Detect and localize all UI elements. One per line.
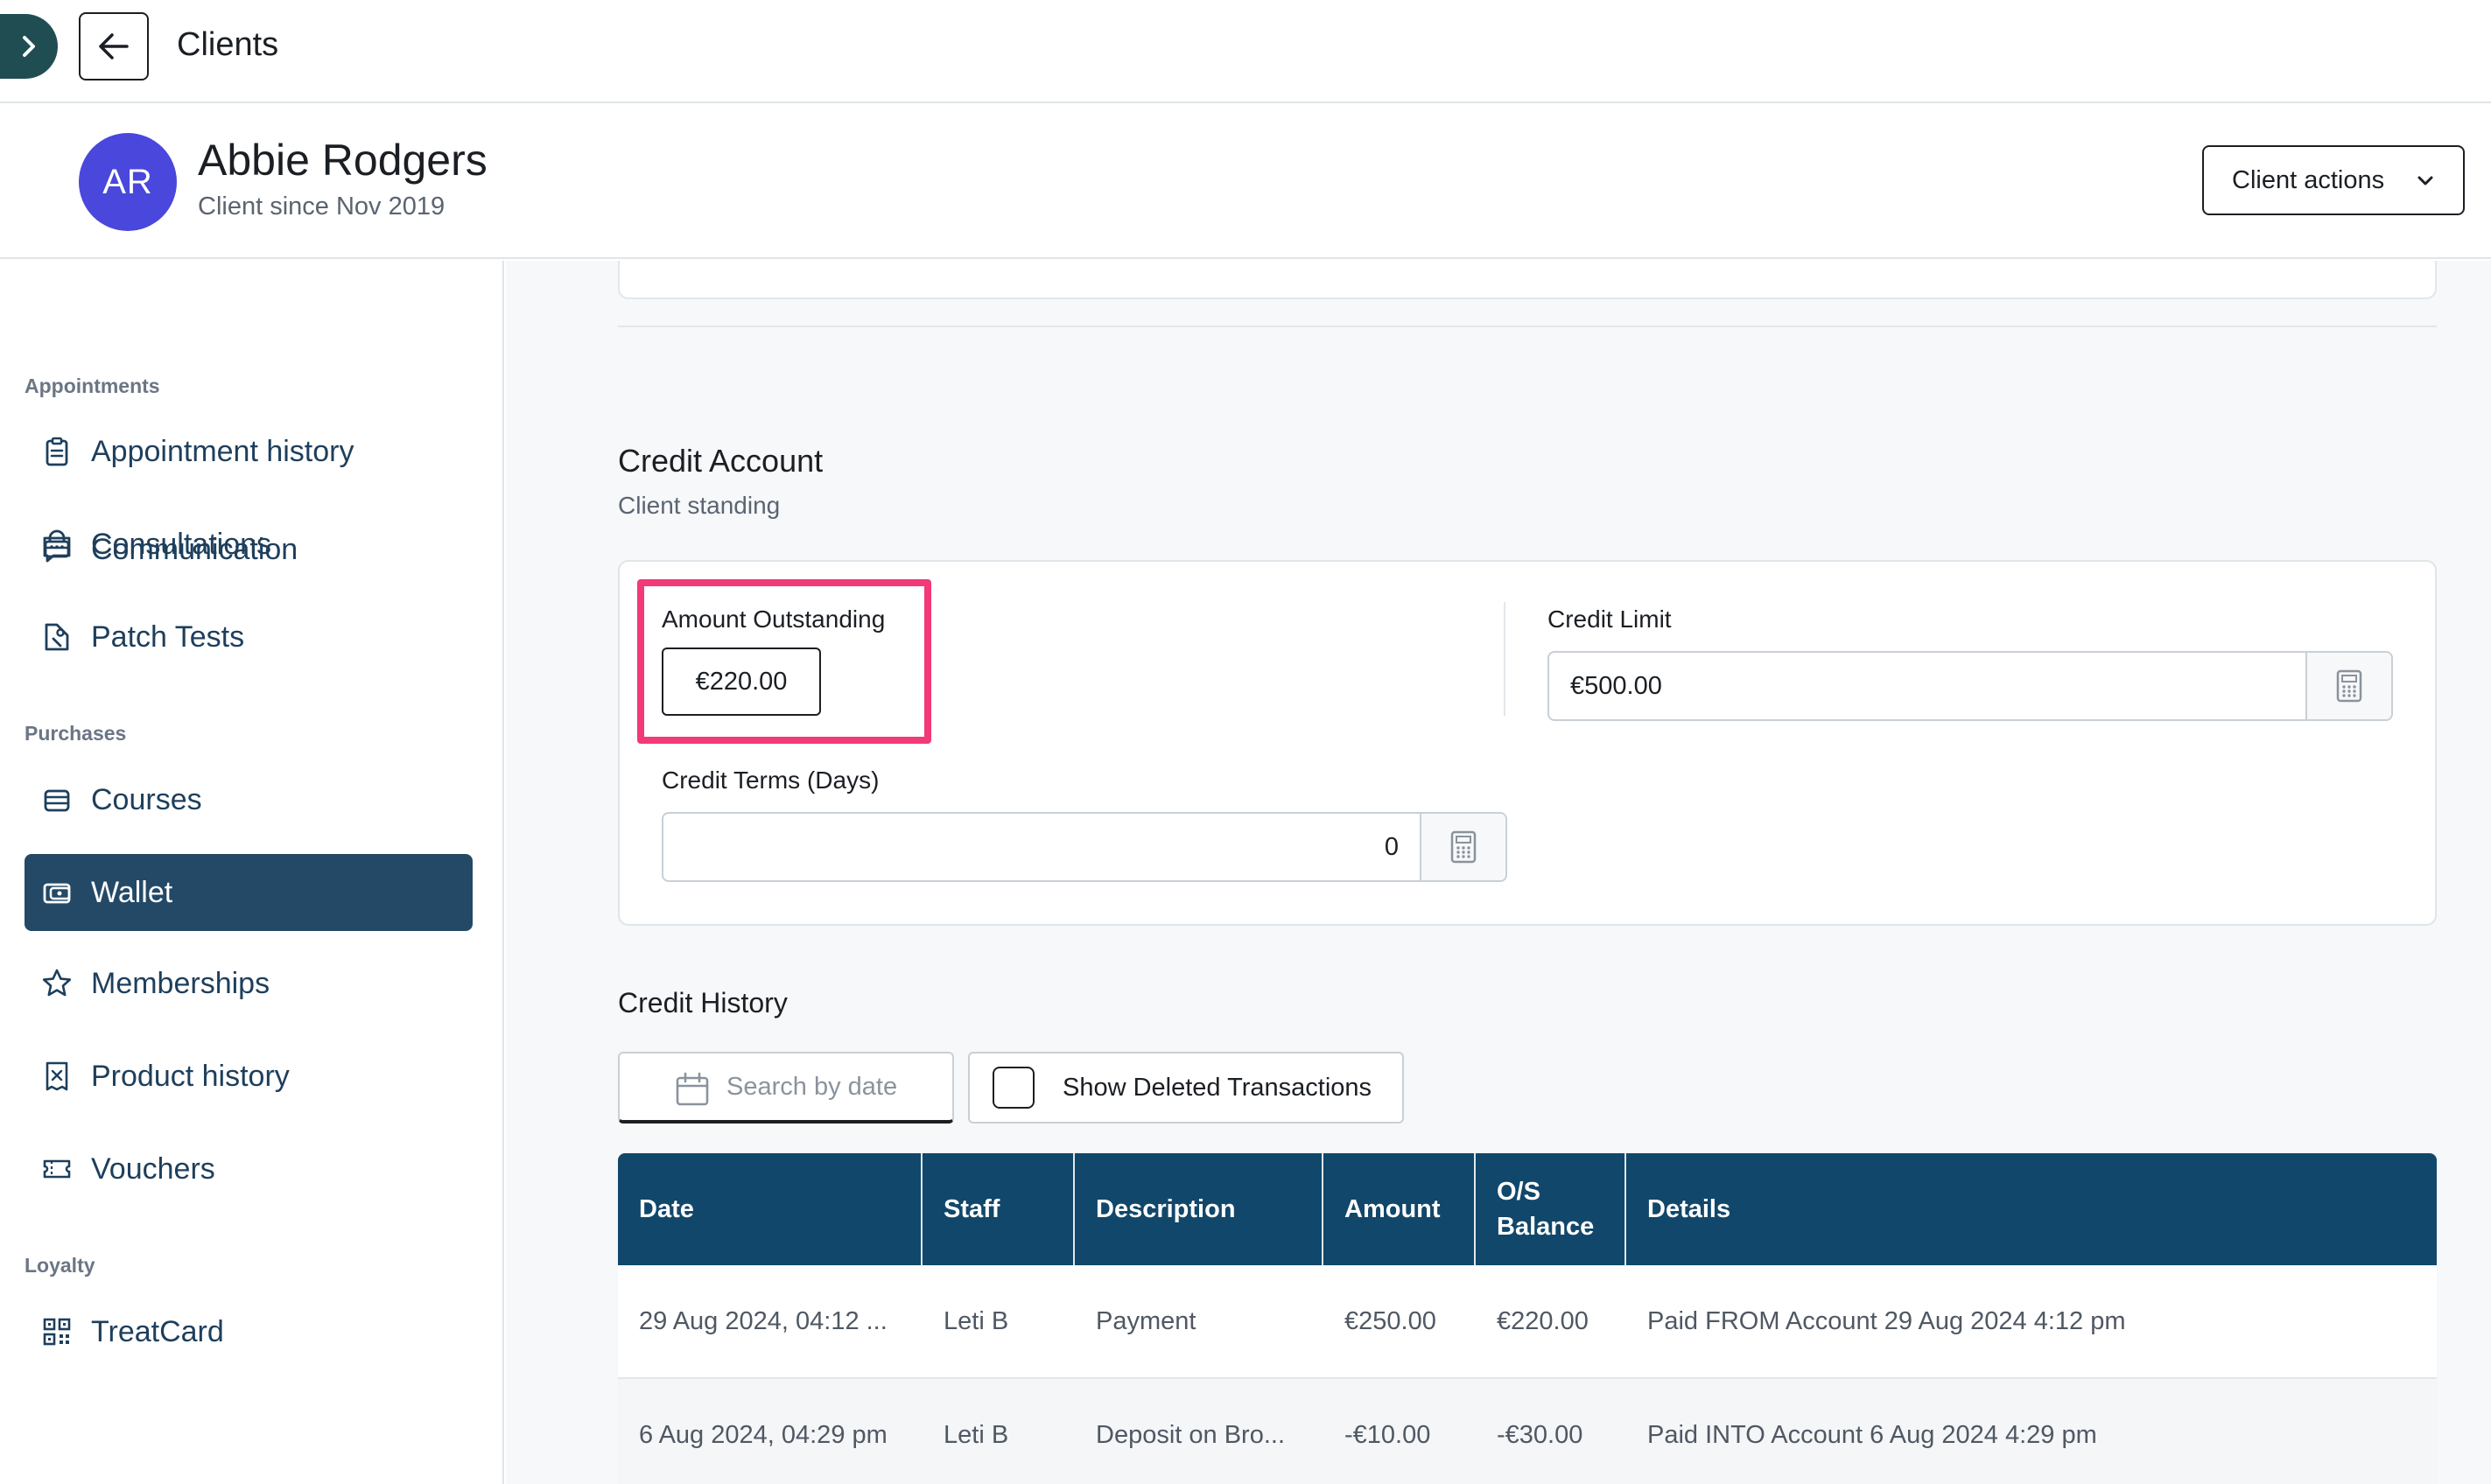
column-header-date[interactable]: Date: [618, 1153, 923, 1265]
sidebar-item-label: Appointment history: [91, 434, 354, 468]
stack-icon: [40, 783, 74, 816]
calculator-button[interactable]: [2305, 653, 2391, 719]
table-row[interactable]: 6 Aug 2024, 04:29 pm Leti B Deposit on B…: [618, 1379, 2437, 1484]
sidebar-item-label: Vouchers: [91, 1152, 215, 1186]
os-balance-label: O/S Balance: [1497, 1178, 1595, 1241]
ticket-icon: [40, 1152, 74, 1186]
chevron-right-icon: [23, 36, 35, 57]
show-deleted-checkbox[interactable]: [993, 1067, 1035, 1109]
sidebar-item-consultations[interactable]: Consultations: [25, 506, 473, 583]
wallet-icon: [40, 876, 74, 909]
credit-history-table: Date Staff Description Amount O/S Balanc…: [618, 1153, 2437, 1484]
calculator-button[interactable]: [1420, 814, 1505, 880]
chevron-down-icon: [2417, 176, 2433, 186]
section-loyalty: Loyalty: [25, 1254, 95, 1277]
star-icon: [40, 967, 74, 1000]
cell-description: Payment: [1096, 1306, 1196, 1335]
cell-date: 29 Aug 2024, 04:12 ...: [639, 1306, 888, 1335]
back-button[interactable]: [79, 12, 149, 80]
search-by-date-input[interactable]: Search by date: [618, 1052, 954, 1124]
calculator-icon: [2336, 669, 2362, 703]
show-deleted-toggle[interactable]: Show Deleted Transactions: [968, 1052, 1404, 1124]
column-header-description[interactable]: Description: [1075, 1153, 1323, 1265]
previous-card: [618, 261, 2437, 299]
credit-history-title: Credit History: [618, 987, 788, 1018]
sidebar-item-label: TreatCard: [91, 1314, 224, 1348]
section-appointments: Appointments: [25, 374, 160, 397]
client-actions-button[interactable]: Client actions: [2202, 145, 2465, 215]
column-header-os-balance[interactable]: O/S Balance: [1476, 1153, 1626, 1265]
lock-icon: [40, 528, 74, 561]
sidebar-item-treatcard[interactable]: TreatCard: [25, 1293, 473, 1370]
credit-terms-input[interactable]: 0: [663, 814, 1420, 880]
top-bar: [0, 0, 2491, 103]
sidebar-item-wallet[interactable]: Wallet: [25, 854, 473, 931]
client-actions-label: Client actions: [2232, 165, 2385, 194]
credit-limit-label: Credit Limit: [1547, 606, 1672, 633]
cell-details: Paid INTO Account 6 Aug 2024 4:29 pm: [1647, 1420, 2097, 1449]
show-deleted-label: Show Deleted Transactions: [1063, 1073, 1372, 1102]
avatar: AR: [79, 133, 177, 231]
sidebar-item-label: Consultations: [91, 527, 272, 561]
sidebar-item-vouchers[interactable]: Vouchers: [25, 1130, 473, 1208]
calendar-icon: [676, 1072, 709, 1106]
sidebar-item-courses[interactable]: Courses: [25, 761, 473, 838]
column-header-staff[interactable]: Staff: [923, 1153, 1075, 1265]
cell-amount: -€10.00: [1344, 1420, 1431, 1449]
receipt-icon: [40, 1060, 74, 1093]
page-title: Clients: [177, 26, 279, 63]
patch-icon: [40, 620, 74, 654]
cell-details: Paid FROM Account 29 Aug 2024 4:12 pm: [1647, 1306, 2126, 1335]
credit-terms-field[interactable]: 0: [662, 812, 1507, 882]
credit-limit-field[interactable]: €500.00: [1547, 651, 2393, 721]
sidebar-item-appointment-history[interactable]: Appointment history: [25, 413, 473, 490]
calculator-icon: [1450, 830, 1477, 864]
table-header: Date Staff Description Amount O/S Balanc…: [618, 1153, 2437, 1265]
client-since: Client since Nov 2019: [198, 192, 446, 220]
cell-amount: €250.00: [1344, 1306, 1436, 1335]
column-divider: [1504, 602, 1505, 716]
column-header-amount[interactable]: Amount: [1323, 1153, 1476, 1265]
credit-account-title: Credit Account: [618, 443, 824, 479]
cell-os-balance: -€30.00: [1497, 1420, 1583, 1449]
highlight-annotation: [637, 579, 931, 744]
cell-staff: Leti B: [944, 1306, 1009, 1335]
sidebar-item-label: Wallet: [91, 875, 173, 909]
table-row[interactable]: 29 Aug 2024, 04:12 ... Leti B Payment €2…: [618, 1265, 2437, 1379]
cell-date: 6 Aug 2024, 04:29 pm: [639, 1420, 888, 1449]
sidebar-item-label: Memberships: [91, 966, 270, 1000]
clipboard-icon: [40, 435, 74, 468]
section-purchases: Purchases: [25, 722, 127, 745]
qr-code-icon: [40, 1315, 74, 1348]
divider: [618, 326, 2437, 327]
client-name: Abbie Rodgers: [198, 136, 488, 185]
sidebar-item-label: Patch Tests: [91, 620, 245, 654]
arrow-left-icon: [99, 33, 129, 60]
credit-account-subtitle: Client standing: [618, 492, 781, 519]
column-header-details[interactable]: Details: [1626, 1153, 2437, 1265]
search-by-date-placeholder: Search by date: [726, 1072, 898, 1101]
sidebar-item-product-history[interactable]: Product history: [25, 1038, 473, 1115]
cell-description: Deposit on Bro...: [1096, 1420, 1285, 1449]
sidebar-item-memberships[interactable]: Memberships: [25, 945, 473, 1022]
sidebar-item-label: Courses: [91, 782, 202, 816]
sidebar-item-patch-tests[interactable]: Patch Tests: [25, 598, 473, 676]
credit-terms-label: Credit Terms (Days): [662, 766, 880, 794]
sidebar-item-label: Product history: [91, 1059, 290, 1093]
credit-limit-input[interactable]: €500.00: [1549, 653, 2305, 719]
cell-os-balance: €220.00: [1497, 1306, 1589, 1335]
cell-staff: Leti B: [944, 1420, 1009, 1449]
